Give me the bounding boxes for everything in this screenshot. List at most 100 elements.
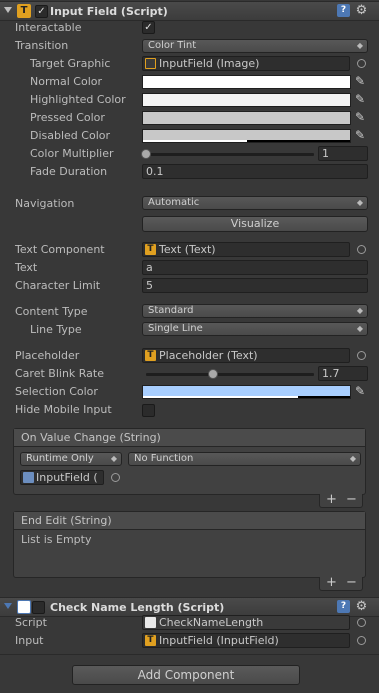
gear-icon[interactable]: ⚙ xyxy=(355,4,368,17)
fade-duration-label: Fade Duration xyxy=(30,165,108,178)
pressed-color-swatch[interactable] xyxy=(142,111,351,125)
placeholder-field[interactable]: T Placeholder (Text) xyxy=(142,348,350,363)
object-picker-icon[interactable] xyxy=(111,473,120,482)
input-object-value: InputField (InputField) xyxy=(159,634,279,647)
csharp-script-icon xyxy=(17,600,31,614)
dropdown-arrow-icon: ◆ xyxy=(349,454,356,463)
end-edit-plus-minus: + − xyxy=(319,576,363,591)
navigation-dropdown[interactable]: Automatic ◆ xyxy=(142,196,368,210)
target-graphic-label: Target Graphic xyxy=(30,57,111,70)
color-multiplier-label: Color Multiplier xyxy=(30,147,114,160)
list-is-empty-text: List is Empty xyxy=(21,533,92,546)
object-picker-icon[interactable] xyxy=(357,245,366,254)
disabled-color-swatch[interactable] xyxy=(142,129,351,143)
on-value-change-header: On Value Change (String) xyxy=(14,429,365,447)
add-component-button[interactable]: Add Component xyxy=(72,665,300,685)
character-limit-input[interactable]: 5 xyxy=(142,278,368,293)
placeholder-label: Placeholder xyxy=(15,349,80,362)
input-field-script-icon: T xyxy=(17,4,31,18)
object-picker-icon[interactable] xyxy=(357,59,366,68)
component-enabled-checkbox[interactable]: ✓ xyxy=(35,5,48,18)
caret-blink-slider-track[interactable] xyxy=(146,373,314,376)
placeholder-value: Placeholder (Text) xyxy=(159,349,258,362)
csharp-script-icon xyxy=(145,617,156,628)
dropdown-arrow-icon: ◆ xyxy=(356,306,363,315)
color-multiplier-slider-thumb[interactable] xyxy=(141,149,151,159)
runtime-dropdown[interactable]: Runtime Only ◆ xyxy=(20,452,122,466)
input-object-field[interactable]: T InputField (InputField) xyxy=(142,633,350,648)
add-listener-button[interactable]: + xyxy=(326,576,337,589)
caret-blink-input[interactable]: 1.7 xyxy=(318,366,368,381)
gear-icon[interactable]: ⚙ xyxy=(355,600,368,613)
interactable-label: Interactable xyxy=(15,21,82,34)
image-object-icon xyxy=(145,58,156,69)
text-input[interactable]: a xyxy=(142,260,368,275)
script-field[interactable]: CheckNameLength xyxy=(142,615,350,630)
input-label: Input xyxy=(15,634,44,647)
foldout-arrow-icon[interactable] xyxy=(4,7,12,13)
input-field-header[interactable]: T ✓ Input Field (Script) ? ⚙ xyxy=(0,1,379,21)
selection-color-swatch[interactable] xyxy=(142,385,351,399)
transition-dropdown[interactable]: Color Tint ◆ xyxy=(142,39,368,53)
eyedropper-icon[interactable]: ✎ xyxy=(355,110,367,124)
normal-color-swatch[interactable] xyxy=(142,75,351,89)
transition-label: Transition xyxy=(15,39,69,52)
line-type-label: Line Type xyxy=(30,323,82,336)
help-icon[interactable]: ? xyxy=(337,600,350,613)
script-label: Script xyxy=(15,616,47,629)
end-edit-panel: End Edit (String) List is Empty xyxy=(13,511,366,578)
dropdown-arrow-icon: ◆ xyxy=(110,454,117,463)
fade-duration-input[interactable]: 0.1 xyxy=(142,164,368,179)
content-type-value: Standard xyxy=(148,305,194,316)
remove-listener-button[interactable]: − xyxy=(346,576,357,589)
eyedropper-icon[interactable]: ✎ xyxy=(355,128,367,142)
color-multiplier-slider-track[interactable] xyxy=(146,153,314,156)
text-object-icon: T xyxy=(145,244,156,255)
event-target-field[interactable]: InputField ( xyxy=(20,470,104,485)
dropdown-arrow-icon: ◆ xyxy=(356,198,363,207)
visualize-button[interactable]: Visualize xyxy=(142,216,368,232)
event-target-value: InputField ( xyxy=(36,471,98,484)
help-icon[interactable]: ? xyxy=(337,4,350,17)
disabled-color-label: Disabled Color xyxy=(30,129,111,142)
add-listener-button[interactable]: + xyxy=(326,493,337,506)
function-value: No Function xyxy=(134,453,194,464)
eyedropper-icon[interactable]: ✎ xyxy=(355,92,367,106)
navigation-label: Navigation xyxy=(15,197,75,210)
content-type-dropdown[interactable]: Standard ◆ xyxy=(142,304,368,318)
highlighted-color-swatch[interactable] xyxy=(142,93,351,107)
component-enabled-checkbox[interactable] xyxy=(32,601,45,614)
interactable-checkbox[interactable]: ✓ xyxy=(142,21,155,34)
alpha-fill xyxy=(143,140,247,142)
normal-color-label: Normal Color xyxy=(30,75,103,88)
end-edit-header: End Edit (String) xyxy=(14,512,365,530)
highlighted-color-label: Highlighted Color xyxy=(30,93,126,106)
check-name-length-title: Check Name Length (Script) xyxy=(50,601,225,614)
hide-mobile-input-label: Hide Mobile Input xyxy=(15,403,112,416)
foldout-arrow-icon[interactable] xyxy=(4,603,12,609)
line-type-dropdown[interactable]: Single Line ◆ xyxy=(142,322,368,336)
hide-mobile-input-checkbox[interactable] xyxy=(142,404,155,417)
text-component-field[interactable]: T Text (Text) xyxy=(142,242,350,257)
check-name-length-header[interactable]: Check Name Length (Script) ? ⚙ xyxy=(0,597,379,617)
eyedropper-icon[interactable]: ✎ xyxy=(355,74,367,88)
object-picker-icon[interactable] xyxy=(357,351,366,360)
dropdown-arrow-icon: ◆ xyxy=(356,41,363,50)
color-multiplier-input[interactable]: 1 xyxy=(318,146,368,161)
navigation-value: Automatic xyxy=(148,197,200,208)
content-type-label: Content Type xyxy=(15,305,88,318)
input-field-title: Input Field (Script) xyxy=(50,5,168,18)
runtime-value: Runtime Only xyxy=(26,453,94,464)
text-component-label: Text Component xyxy=(15,243,105,256)
alpha-fill xyxy=(143,396,299,398)
object-picker-icon[interactable] xyxy=(357,618,366,627)
target-graphic-field[interactable]: InputField (Image) xyxy=(142,56,350,71)
line-type-value: Single Line xyxy=(148,323,203,334)
object-picker-icon[interactable] xyxy=(357,636,366,645)
eyedropper-icon[interactable]: ✎ xyxy=(355,384,367,398)
caret-blink-slider-thumb[interactable] xyxy=(208,369,219,379)
transition-value: Color Tint xyxy=(148,40,197,51)
dropdown-arrow-icon: ◆ xyxy=(356,324,363,333)
function-dropdown[interactable]: No Function ◆ xyxy=(128,452,361,466)
remove-listener-button[interactable]: − xyxy=(346,493,357,506)
